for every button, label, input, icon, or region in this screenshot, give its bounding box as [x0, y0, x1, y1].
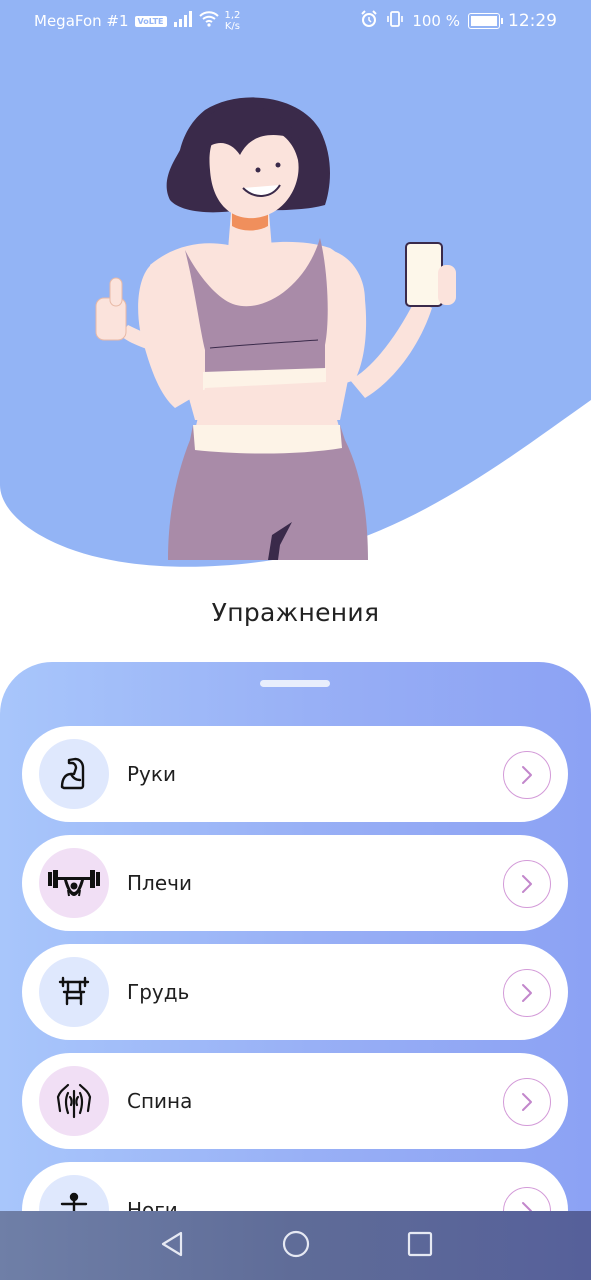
system-nav-bar — [0, 1211, 591, 1280]
category-item-chest[interactable]: Грудь — [22, 944, 568, 1040]
category-label-chest: Грудь — [127, 980, 190, 1004]
page-title: Упражнения — [211, 598, 380, 627]
category-label-arms: Руки — [127, 762, 176, 786]
battery-percent: 100 % — [412, 12, 460, 30]
network-speed: 1,2 K/s — [225, 10, 241, 32]
flexed-arm-icon — [39, 739, 109, 809]
category-list: Руки Плечи Грудь Спина Ноги — [22, 726, 568, 1271]
back-muscles-icon — [39, 1066, 109, 1136]
category-label-shoulders: Плечи — [127, 871, 192, 895]
wifi-icon — [198, 11, 219, 31]
category-item-shoulders[interactable]: Плечи — [22, 835, 568, 931]
sheet-drag-handle[interactable] — [260, 680, 330, 687]
chevron-right-icon[interactable] — [503, 860, 551, 908]
carrier-name: MegaFon #1 — [34, 12, 129, 30]
battery-icon — [468, 13, 503, 29]
triangle-back-icon[interactable] — [159, 1230, 185, 1262]
barbell-shoulders-icon — [39, 848, 109, 918]
chevron-right-icon[interactable] — [503, 1078, 551, 1126]
vibrate-icon — [386, 10, 404, 32]
signal-icon — [173, 11, 193, 31]
clock: 12:29 — [508, 11, 557, 31]
category-item-arms[interactable]: Руки — [22, 726, 568, 822]
status-bar: MegaFon #1 VoLTE 1,2 K/s 100 % 12:29 — [0, 0, 591, 42]
alarm-icon — [360, 10, 378, 32]
category-label-back: Спина — [127, 1089, 193, 1113]
chevron-right-icon[interactable] — [503, 969, 551, 1017]
chevron-right-icon[interactable] — [503, 751, 551, 799]
circle-home-icon[interactable] — [282, 1230, 310, 1262]
bench-press-icon — [39, 957, 109, 1027]
exercise-sheet: Руки Плечи Грудь Спина Ноги — [0, 662, 591, 1280]
hero-illustration — [0, 0, 591, 567]
square-recents-icon[interactable] — [407, 1231, 433, 1261]
network-speed-unit: K/s — [224, 21, 241, 32]
volte-badge: VoLTE — [134, 15, 167, 27]
network-speed-value: 1,2 — [224, 10, 241, 21]
category-item-back[interactable]: Спина — [22, 1053, 568, 1149]
